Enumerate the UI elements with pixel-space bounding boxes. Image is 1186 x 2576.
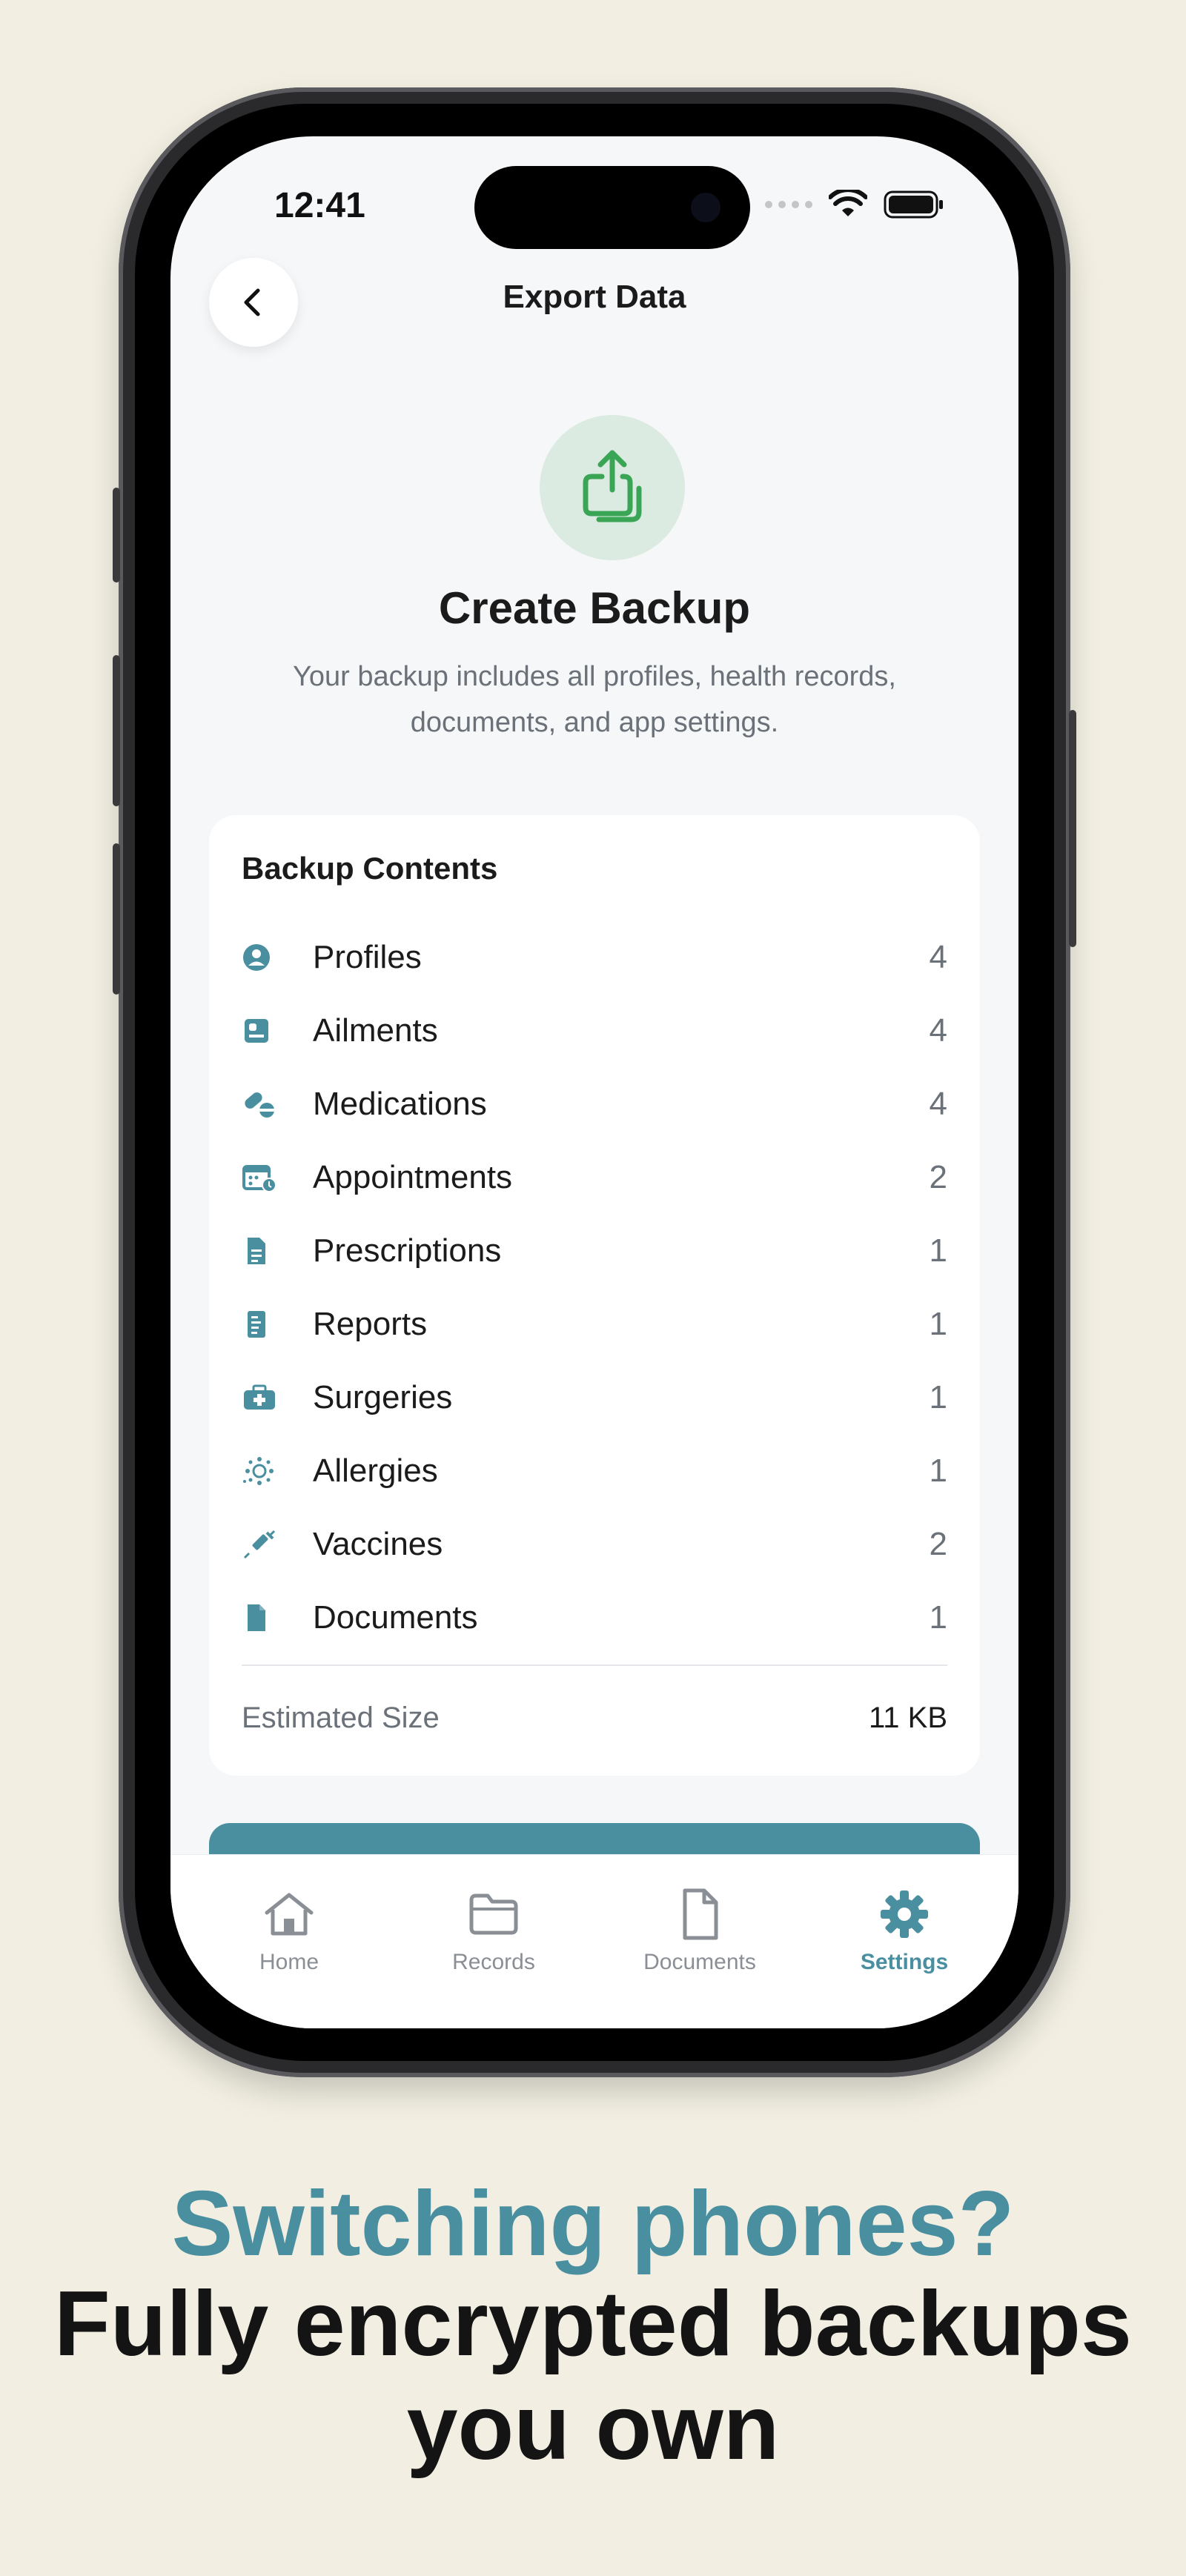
list-item: Profiles 4	[242, 920, 947, 994]
item-count: 4	[929, 1085, 947, 1122]
item-label: Profiles	[313, 938, 422, 975]
wifi-icon	[829, 190, 867, 216]
gear-icon	[815, 1883, 993, 1945]
volume-up-button	[113, 655, 120, 806]
backup-contents-card: Backup Contents Profiles 4 Ailments 4 Me…	[209, 815, 980, 1776]
mute-switch	[113, 488, 120, 582]
estimated-size-value: 11 KB	[869, 1702, 947, 1734]
tab-settings[interactable]: Settings	[815, 1883, 993, 1975]
backup-contents-list: Profiles 4 Ailments 4 Medications 4 Appo…	[242, 920, 947, 1654]
item-label: Surgeries	[313, 1378, 453, 1415]
tagline-subheadline: Fully encrypted backups you own	[54, 2273, 1132, 2479]
item-count: 1	[929, 1378, 947, 1415]
syringe-icon	[242, 1525, 280, 1564]
estimated-size-label: Estimated Size	[242, 1702, 440, 1734]
list-item: Medications 4	[242, 1067, 947, 1141]
profile-icon	[242, 938, 280, 977]
item-label: Vaccines	[313, 1525, 443, 1562]
list-item: Ailments 4	[242, 994, 947, 1067]
item-label: Reports	[313, 1305, 428, 1342]
tab-bar: Home Records Documents Settings	[170, 1854, 1018, 2028]
cellular-signal-icon	[765, 201, 812, 208]
app-screen: 12:41 Export Data Create Backup Your bac…	[170, 136, 1018, 2028]
tab-records[interactable]: Records	[405, 1883, 583, 1975]
power-button	[1069, 710, 1076, 947]
item-label: Allergies	[313, 1452, 438, 1489]
medical-kit-icon	[242, 1378, 280, 1417]
list-item: Surgeries 1	[242, 1361, 947, 1434]
hero-subtitle: Your backup includes all profiles, healt…	[293, 661, 896, 738]
hero-title: Create Backup	[438, 583, 751, 633]
volume-down-button	[113, 843, 120, 995]
card-divider	[242, 1664, 947, 1666]
item-label: Documents	[313, 1599, 478, 1636]
item-count: 1	[929, 1599, 947, 1636]
item-count: 4	[929, 938, 947, 975]
list-item: Documents 1	[242, 1581, 947, 1654]
phone-bezel: 12:41 Export Data Create Backup Your bac…	[135, 104, 1054, 2061]
list-item: Allergies 1	[242, 1434, 947, 1507]
tab-home[interactable]: Home	[200, 1883, 378, 1975]
card-title: Backup Contents	[242, 851, 498, 886]
dynamic-island	[474, 166, 750, 249]
pill-icon	[242, 1085, 280, 1123]
item-count: 1	[929, 1232, 947, 1269]
calendar-clock-icon	[242, 1158, 280, 1197]
item-count: 1	[929, 1305, 947, 1342]
tab-documents[interactable]: Documents	[611, 1883, 789, 1975]
virus-icon	[242, 1452, 280, 1490]
phone-frame: 12:41 Export Data Create Backup Your bac…	[113, 87, 1076, 2077]
list-item: Vaccines 2	[242, 1507, 947, 1581]
item-label: Prescriptions	[313, 1232, 502, 1269]
item-label: Ailments	[313, 1012, 438, 1049]
item-label: Appointments	[313, 1158, 513, 1195]
folder-icon	[405, 1883, 583, 1945]
list-item: Reports 1	[242, 1287, 947, 1361]
item-label: Medications	[313, 1085, 487, 1122]
item-count: 1	[929, 1452, 947, 1489]
item-count: 2	[929, 1158, 947, 1195]
report-icon	[242, 1305, 280, 1344]
ailment-icon	[242, 1012, 280, 1050]
estimated-size-row: Estimated Size 11 KB	[242, 1702, 947, 1735]
page-title: Export Data	[503, 279, 686, 315]
home-icon	[200, 1883, 378, 1945]
tagline-headline: Switching phones?	[171, 2173, 1015, 2275]
status-indicators	[765, 182, 944, 227]
prescription-doc-icon	[242, 1232, 280, 1270]
share-export-icon	[540, 415, 685, 560]
battery-icon	[884, 190, 943, 219]
list-item: Prescriptions 1	[242, 1214, 947, 1287]
file-icon	[611, 1883, 789, 1945]
item-count: 2	[929, 1525, 947, 1562]
list-item: Appointments 2	[242, 1141, 947, 1214]
status-time: 12:41	[274, 186, 365, 225]
item-count: 4	[929, 1012, 947, 1049]
document-icon	[242, 1599, 280, 1637]
